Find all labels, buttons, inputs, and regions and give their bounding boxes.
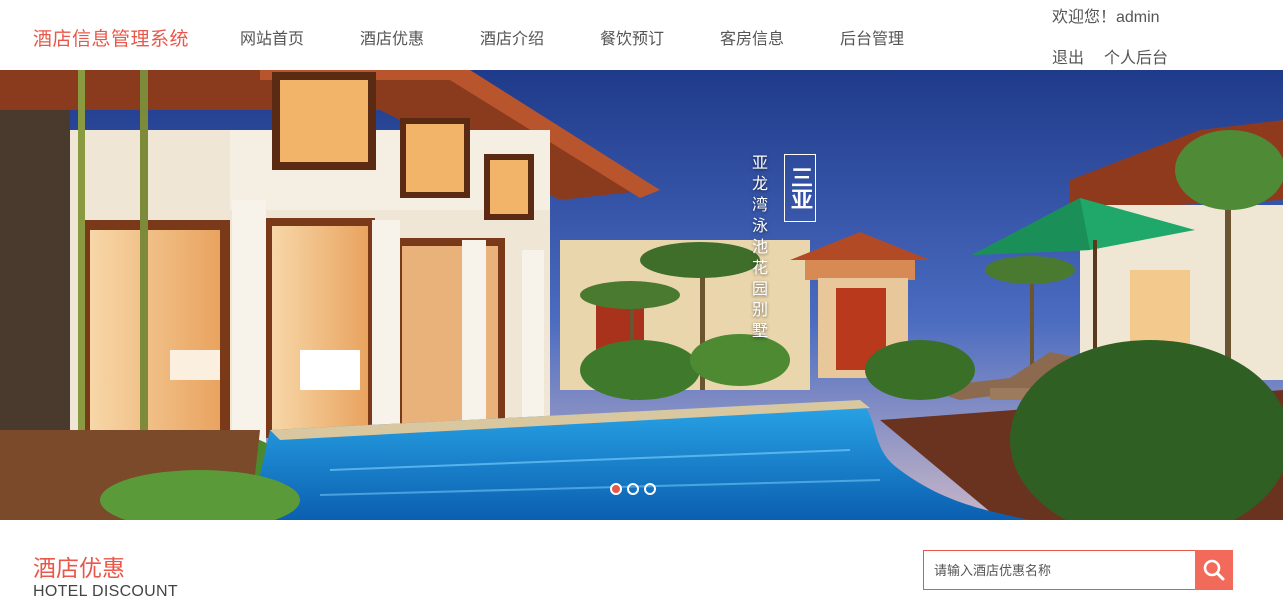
carousel-indicators	[610, 483, 656, 495]
search-input[interactable]	[923, 550, 1195, 590]
main-nav: 网站首页 酒店优惠 酒店介绍 餐饮预订 客房信息 后台管理	[212, 25, 932, 49]
carousel-dot-2[interactable]	[627, 483, 639, 495]
nav-item-rooms[interactable]: 客房信息	[692, 25, 812, 49]
nav-item-intro[interactable]: 酒店介绍	[452, 25, 572, 49]
banner-seal: 三亚	[784, 154, 816, 222]
site-header: 酒店信息管理系统 网站首页 酒店优惠 酒店介绍 餐饮预订 客房信息 后台管理 欢…	[0, 0, 1283, 70]
section-subtitle: HOTEL DISCOUNT	[33, 583, 178, 600]
logout-link[interactable]: 退出	[1052, 44, 1084, 68]
banner-image	[0, 70, 1283, 520]
user-links: 退出 个人后台	[1052, 44, 1168, 68]
carousel-dot-1[interactable]	[610, 483, 622, 495]
hero-banner[interactable]: 亚龙湾泳池花园别墅 三亚	[0, 70, 1283, 520]
welcome-text: 欢迎您！admin	[1052, 9, 1160, 26]
site-brand[interactable]: 酒店信息管理系统	[33, 24, 189, 51]
banner-caption: 亚龙湾泳池花园别墅 三亚	[746, 154, 816, 343]
search-icon	[1203, 559, 1225, 581]
discount-search	[923, 550, 1233, 590]
banner-caption-text: 亚龙湾泳池花园别墅	[749, 154, 768, 343]
nav-item-dining[interactable]: 餐饮预订	[572, 25, 692, 49]
nav-item-admin[interactable]: 后台管理	[812, 25, 932, 49]
nav-item-discount[interactable]: 酒店优惠	[332, 25, 452, 49]
user-box: 欢迎您！admin 退出 个人后台	[1052, 8, 1168, 68]
search-button[interactable]	[1195, 550, 1233, 590]
nav-item-home[interactable]: 网站首页	[212, 25, 332, 49]
section-title: 酒店优惠	[33, 555, 125, 581]
carousel-dot-3[interactable]	[644, 483, 656, 495]
personal-center-link[interactable]: 个人后台	[1104, 44, 1168, 68]
